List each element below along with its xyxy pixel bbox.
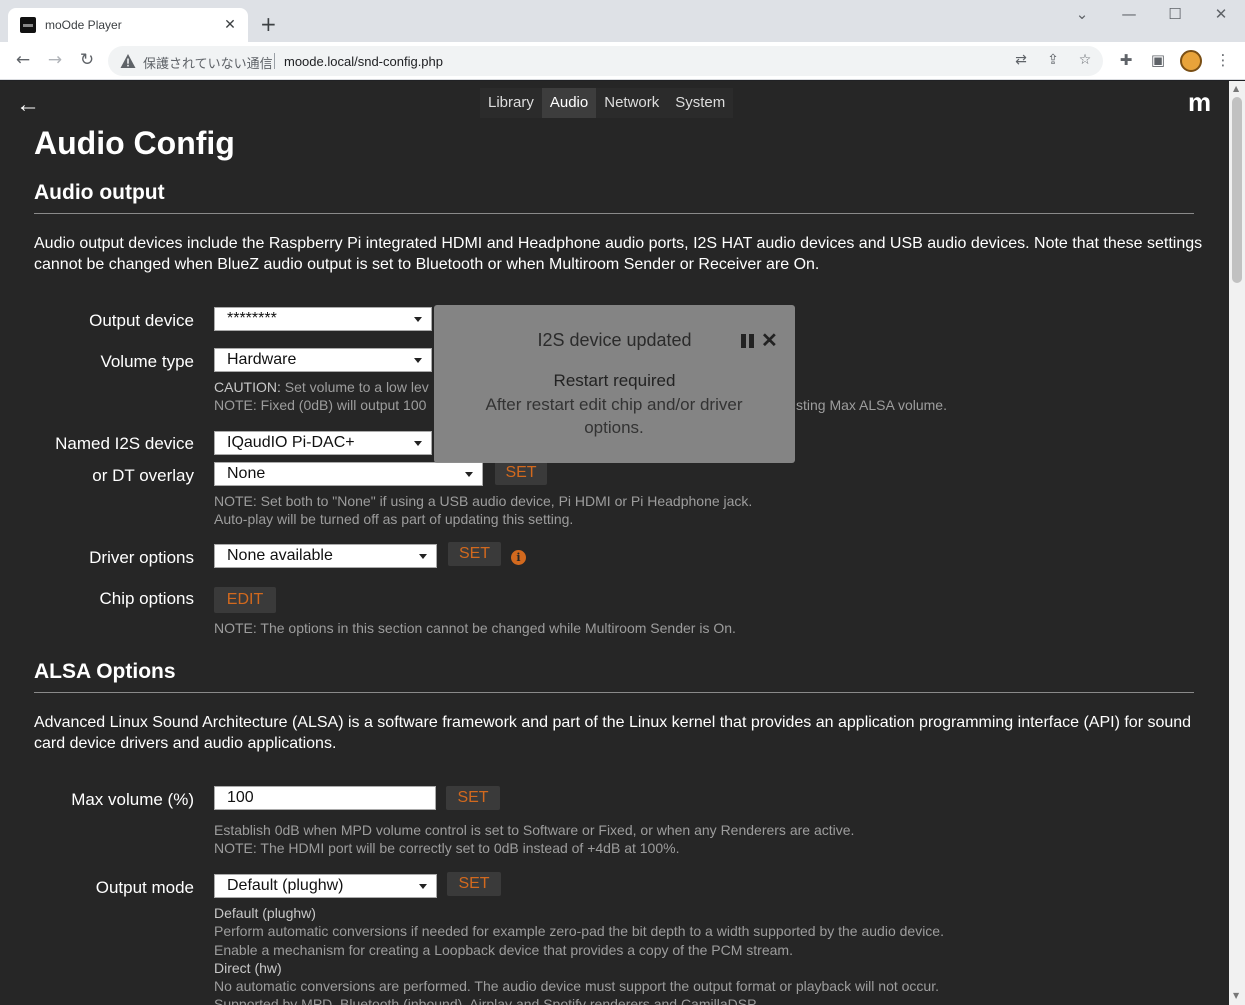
nav-audio[interactable]: Audio [541,88,597,118]
chevron-down-icon [414,317,422,322]
output-mode-default-title: Default (plughw) [214,905,316,921]
reload-icon[interactable]: ↻ [76,50,98,70]
output-mode-value: Default (plughw) [227,877,344,894]
dt-overlay-label: or DT overlay [92,466,194,485]
profile-avatar[interactable] [1180,50,1202,72]
extensions-puzzle-icon[interactable]: ✚ [1116,51,1136,69]
close-icon[interactable]: ✕ [761,328,778,353]
browser-toolbar: ← → ↻ 保護されていない通信 moode.local/snd-config.… [0,42,1245,80]
audio-output-description: Audio output devices include the Raspber… [34,235,1203,273]
minimize-window-icon[interactable]: — [1117,5,1141,23]
maximize-window-icon[interactable]: ☐ [1163,5,1187,23]
forward-icon[interactable]: → [44,50,66,70]
max-volume-note-1: Establish 0dB when MPD volume control is… [214,822,855,838]
address-bar[interactable]: 保護されていない通信 moode.local/snd-config.php ⇄ … [108,46,1103,76]
dt-overlay-select[interactable]: None [214,462,483,486]
volume-caution-note: CAUTION: Set volume to a low lev [214,378,429,396]
chip-options-label: Chip options [99,589,194,608]
dt-overlay-value: None [227,465,266,482]
toast-restart-required: Restart required [553,371,676,390]
chip-options-edit-button[interactable]: EDIT [214,587,276,613]
volume-type-value: Hardware [227,351,297,368]
max-volume-note-2: NOTE: The HDMI port will be correctly se… [214,840,680,856]
volume-fixed-note-tail: sting Max ALSA volume. [796,397,947,413]
chevron-down-icon [414,441,422,446]
tab-title: moOde Player [45,18,122,32]
named-i2s-label: Named I2S device [55,434,194,453]
driver-options-value: None available [227,547,333,564]
toast-notification[interactable]: I2S device updated ✕ Restart required Af… [434,305,795,463]
security-status-text[interactable]: 保護されていない通信 [143,53,273,72]
driver-options-set-button[interactable]: SET [448,542,501,566]
side-panel-icon[interactable]: ▣ [1148,51,1168,69]
nav-network[interactable]: Network [596,88,667,118]
dt-overlay-note-1: NOTE: Set both to "None" if using a USB … [214,493,753,509]
output-mode-set-button[interactable]: SET [447,872,501,896]
output-mode-select[interactable]: Default (plughw) [214,874,437,898]
not-secure-warning-icon[interactable] [120,53,136,69]
output-mode-direct-line-2: Supported by MPD, Bluetooth (inbound), A… [214,996,757,1005]
driver-options-label: Driver options [89,548,194,567]
browser-tabstrip: moOde Player ✕ + ⌄ — ☐ ✕ [0,0,1245,42]
output-mode-default-line-2: Enable a mechanism for creating a Loopba… [214,942,793,958]
page-content: ← m Library Audio Network System Audio C… [0,81,1229,1005]
max-volume-input[interactable]: 100 [214,786,436,810]
output-device-label: Output device [89,311,194,330]
tab-close-icon[interactable]: ✕ [222,17,238,33]
dt-overlay-note-2: Auto-play will be turned off as part of … [214,511,574,527]
back-arrow-icon[interactable]: ← [16,91,40,119]
chevron-down-icon [414,358,422,363]
scroll-down-icon[interactable]: ▼ [1233,991,1239,1000]
chevron-down-icon [465,472,473,477]
chevron-down-icon [419,884,427,889]
moode-logo[interactable]: m [1188,87,1211,118]
output-mode-direct-line-1: No automatic conversions are performed. … [214,978,939,994]
moode-favicon-icon [20,17,36,33]
output-mode-direct-title: Direct (hw) [214,960,282,976]
section-divider [34,213,1194,214]
toast-message: After restart edit chip and/or driver op… [485,395,743,437]
url-text[interactable]: moode.local/snd-config.php [284,54,443,69]
scrollbar-thumb[interactable] [1232,97,1242,283]
volume-type-select[interactable]: Hardware [214,348,432,372]
section-title-alsa: ALSA Options [34,660,176,683]
pause-icon[interactable] [741,334,755,348]
new-tab-button[interactable]: + [260,12,277,36]
close-window-icon[interactable]: ✕ [1209,5,1233,23]
browser-tab[interactable]: moOde Player ✕ [8,8,248,42]
named-i2s-value: IQaudIO Pi-DAC+ [227,434,355,451]
tab-search-icon[interactable]: ⌄ [1070,5,1094,23]
output-mode-default-line-1: Perform automatic conversions if needed … [214,923,944,939]
nav-system[interactable]: System [667,88,733,118]
volume-type-label: Volume type [100,352,194,371]
scroll-up-icon[interactable]: ▲ [1233,84,1239,93]
output-device-value: ******** [227,310,277,327]
section-divider [34,692,1194,693]
info-icon[interactable]: i [511,550,526,565]
nav-library[interactable]: Library [480,88,542,118]
driver-options-select[interactable]: None available [214,544,437,568]
translate-icon[interactable]: ⇄ [1012,52,1030,68]
alsa-description: Advanced Linux Sound Architecture (ALSA)… [34,714,1192,752]
chevron-down-icon [419,554,427,559]
max-volume-set-button[interactable]: SET [446,786,500,810]
volume-fixed-note: NOTE: Fixed (0dB) will output 100 [214,397,427,413]
bookmark-star-icon[interactable]: ☆ [1076,52,1094,68]
page-scrollbar[interactable]: ▲ ▼ [1229,81,1245,1005]
page-title: Audio Config [34,125,235,161]
output-device-select[interactable]: ******** [214,307,432,331]
caution-bold: CAUTION: [214,379,281,395]
output-mode-label: Output mode [95,878,194,897]
section-title-audio-output: Audio output [34,181,165,204]
named-i2s-select[interactable]: IQaudIO Pi-DAC+ [214,431,432,455]
share-icon[interactable]: ⇪ [1044,52,1062,68]
max-volume-label: Max volume (%) [71,790,194,809]
omnibox-divider [274,53,275,69]
more-menu-icon[interactable]: ⋮ [1213,51,1233,69]
back-icon[interactable]: ← [12,50,34,70]
chip-options-note: NOTE: The options in this section cannot… [214,620,736,636]
dt-overlay-set-button[interactable]: SET [495,461,547,485]
caution-text: Set volume to a low lev [280,379,429,395]
config-nav: Library Audio Network System [480,88,734,118]
